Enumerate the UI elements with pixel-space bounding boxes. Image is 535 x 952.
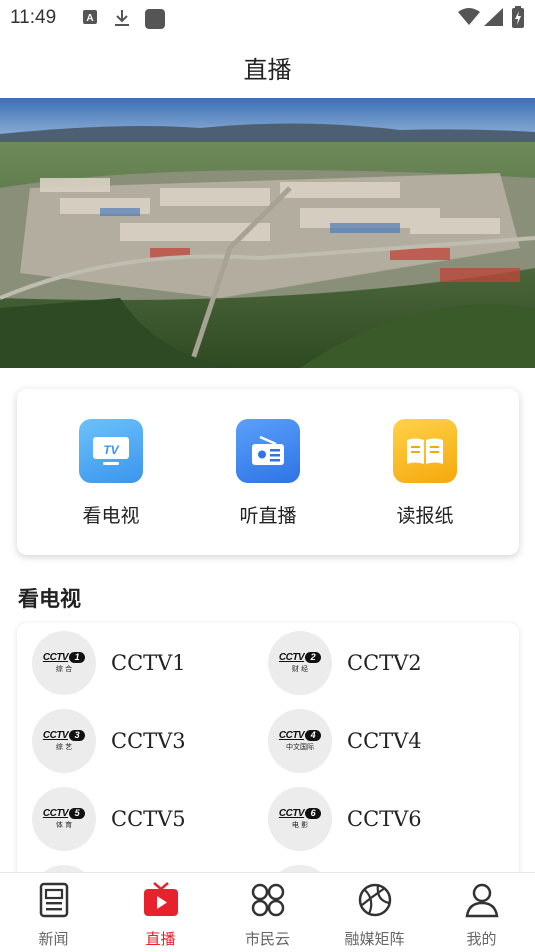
cloud-grid-icon [251, 883, 285, 917]
cctv-logo-icon: CCTV 2 财 经 [268, 631, 332, 695]
cctv-logo-icon: CCTV 6 电 影 [268, 787, 332, 851]
live-play-icon [144, 882, 178, 916]
channel-item-cctv4[interactable]: CCTV 4 中文国际 CCTV4 [268, 709, 422, 773]
tab-label: 我的 [466, 930, 497, 948]
channel-number: 1 [69, 652, 86, 663]
cctv-logo-icon: CCTV 1 综 合 [32, 631, 96, 695]
status-bar: 11:49 A [0, 0, 535, 36]
svg-text:A: A [86, 13, 93, 24]
tab-label: 融媒矩阵 [344, 930, 405, 948]
tab-profile[interactable]: 我的 [428, 873, 535, 952]
banner-image [0, 98, 535, 368]
banner-carousel[interactable] [0, 98, 535, 368]
square-app-icon [145, 9, 165, 29]
a-badge-icon: A [83, 10, 97, 24]
cctv-logo-icon: CCTV 3 综 艺 [32, 709, 96, 773]
battery-charging-icon [512, 6, 524, 28]
channel-subtitle: 体 育 [55, 821, 73, 829]
quick-link-listen-live[interactable]: 听直播 [208, 419, 328, 528]
channel-subtitle: 财 经 [291, 665, 309, 673]
quick-link-watch-tv[interactable]: TV 看电视 [51, 419, 171, 528]
channel-name: CCTV6 [347, 807, 422, 831]
channel-name: CCTV1 [111, 651, 186, 675]
quick-link-read-newspaper[interactable]: 读报纸 [365, 419, 485, 528]
quick-link-label: 听直播 [239, 505, 297, 527]
channel-name: CCTV3 [111, 729, 186, 753]
channel-name: CCTV2 [347, 651, 422, 675]
channel-number: 6 [305, 808, 322, 819]
channel-name: CCTV5 [111, 807, 186, 831]
cctv-logo-icon: CCTV 4 中文国际 [268, 709, 332, 773]
download-icon [115, 10, 129, 26]
channel-subtitle: 综 合 [55, 665, 73, 673]
profile-icon [465, 883, 499, 918]
tab-citizen-cloud[interactable]: 市民云 [214, 873, 321, 952]
tab-label: 新闻 [38, 930, 69, 948]
channel-list: CCTV 1 综 合 CCTV1 CCTV 2 财 经 CCTV2 CCTV 3 综 … [17, 623, 519, 883]
cctv-logo-icon: CCTV 5 体 育 [32, 787, 96, 851]
channel-name: CCTV4 [347, 729, 422, 753]
channel-item-cctv3[interactable]: CCTV 3 综 艺 CCTV3 [32, 709, 186, 773]
page-title: 直播 [243, 56, 292, 84]
tab-label: 直播 [145, 930, 176, 948]
radio-icon [236, 419, 300, 483]
logo-text: CCTV [278, 652, 305, 663]
bottom-tab-bar: 新闻 直播 市民云 融媒矩阵 我的 [0, 872, 535, 952]
news-icon [39, 882, 69, 918]
channel-item-cctv5[interactable]: CCTV 5 体 育 CCTV5 [32, 787, 186, 851]
channel-item-cctv6[interactable]: CCTV 6 电 影 CCTV6 [268, 787, 422, 851]
channel-number: 4 [305, 730, 322, 741]
media-matrix-icon [358, 883, 392, 917]
status-time: 11:49 [10, 7, 57, 28]
tv-icon: TV [79, 419, 143, 483]
quick-links-card: TV 看电视 听直播 读报纸 [17, 389, 519, 555]
tab-media-matrix[interactable]: 融媒矩阵 [321, 873, 428, 952]
tab-live[interactable]: 直播 [107, 873, 214, 952]
channel-item-cctv2[interactable]: CCTV 2 财 经 CCTV2 [268, 631, 422, 695]
signal-icon [484, 8, 503, 26]
channel-item-cctv1[interactable]: CCTV 1 综 合 CCTV1 [32, 631, 186, 695]
logo-text: CCTV [42, 652, 69, 663]
wifi-icon [458, 8, 480, 25]
newspaper-icon [393, 419, 457, 483]
logo-text: CCTV [42, 808, 69, 819]
logo-text: CCTV [278, 730, 305, 741]
logo-text: CCTV [42, 730, 69, 741]
tab-news[interactable]: 新闻 [0, 873, 107, 952]
channel-number: 5 [69, 808, 86, 819]
channel-subtitle: 综 艺 [55, 743, 73, 751]
channel-subtitle: 电 影 [291, 821, 309, 829]
channel-number: 2 [305, 652, 322, 663]
channel-subtitle: 中文国际 [286, 743, 314, 751]
section-title: 看电视 [18, 586, 81, 611]
channel-number: 3 [69, 730, 86, 741]
svg-text:TV: TV [103, 443, 119, 457]
logo-text: CCTV [278, 808, 305, 819]
quick-link-label: 读报纸 [396, 505, 454, 527]
tab-label: 市民云 [244, 930, 290, 948]
quick-link-label: 看电视 [82, 505, 140, 527]
